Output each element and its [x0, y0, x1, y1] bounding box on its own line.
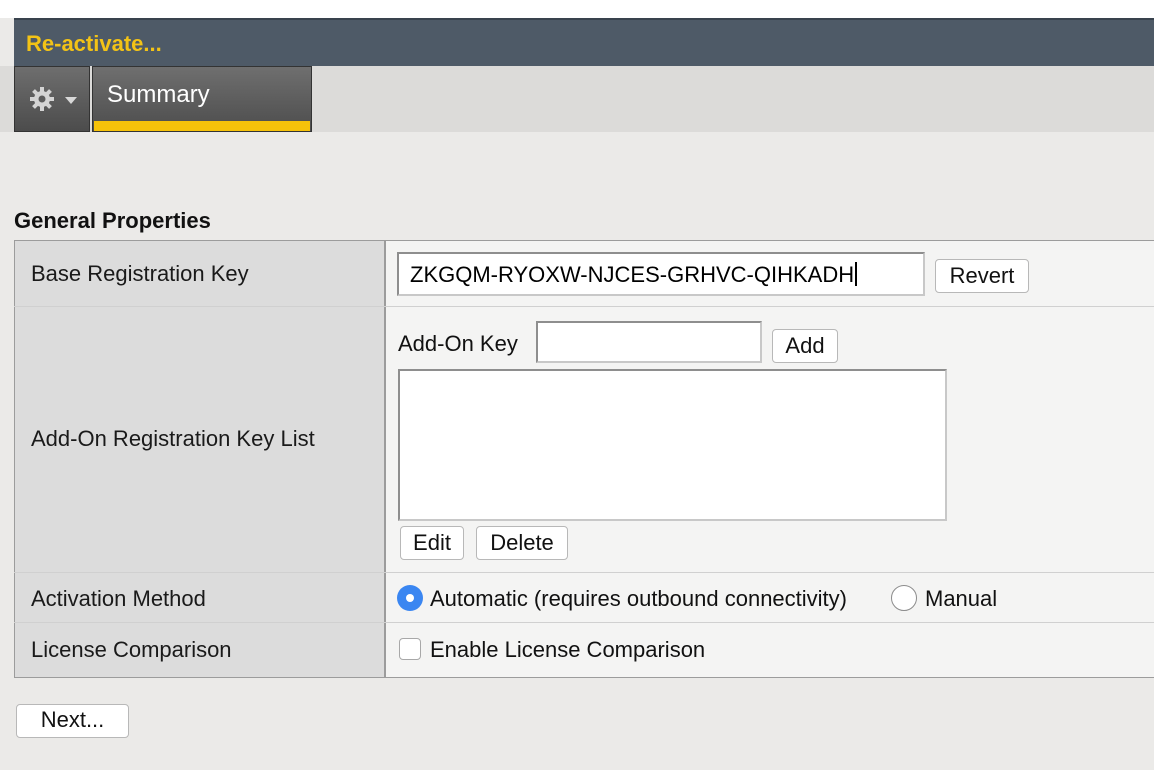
addon-key-list[interactable]: [398, 369, 947, 521]
delete-button[interactable]: Delete: [476, 526, 568, 560]
base-registration-key-label: Base Registration Key: [31, 261, 249, 286]
base-registration-key-value: ZKGQM-RYOXW-NJCES-GRHVC-QIHKADH: [410, 262, 855, 287]
automatic-radio[interactable]: [397, 585, 423, 611]
activation-method-row: Activation Method Automatic (requires ou…: [14, 573, 1154, 623]
enable-license-comparison-label: Enable License Comparison: [430, 637, 706, 662]
next-button[interactable]: Next...: [16, 704, 129, 738]
general-properties-table: Base Registration Key ZKGQM-RYOXW-NJCES-…: [14, 240, 1154, 678]
tab-summary-label: Summary: [107, 81, 210, 108]
manual-radio[interactable]: [891, 585, 917, 611]
activation-method-label: Activation Method: [31, 586, 206, 611]
revert-button[interactable]: Revert: [935, 259, 1029, 293]
add-button[interactable]: Add: [772, 329, 838, 363]
title-bar: Re-activate...: [14, 18, 1154, 66]
tab-summary[interactable]: Summary: [92, 66, 312, 132]
text-cursor: [855, 262, 858, 286]
addon-key-input[interactable]: [536, 321, 762, 363]
top-gap: [0, 0, 1154, 18]
automatic-option-label: Automatic (requires outbound connectivit…: [430, 586, 847, 611]
enable-license-comparison-checkbox[interactable]: [399, 638, 421, 660]
addon-key-label: Add-On Key: [398, 331, 518, 356]
addon-registration-key-list-label: Add-On Registration Key List: [31, 426, 315, 451]
chevron-down-icon: [65, 97, 77, 104]
addon-registration-key-list-row: Add-On Registration Key List Add-On Key …: [14, 307, 1154, 573]
window-title: Re-activate...: [26, 31, 162, 56]
edit-button[interactable]: Edit: [400, 526, 464, 560]
settings-menu-button[interactable]: [14, 66, 90, 132]
active-tab-indicator: [94, 121, 310, 131]
license-comparison-row: License Comparison Enable License Compar…: [14, 623, 1154, 677]
section-title: General Properties: [14, 208, 211, 233]
manual-option-label: Manual: [925, 586, 998, 611]
base-registration-key-row: Base Registration Key ZKGQM-RYOXW-NJCES-…: [14, 241, 1154, 307]
gear-icon: [28, 85, 56, 118]
license-comparison-label: License Comparison: [31, 637, 232, 662]
base-registration-key-input[interactable]: ZKGQM-RYOXW-NJCES-GRHVC-QIHKADH: [397, 252, 925, 296]
